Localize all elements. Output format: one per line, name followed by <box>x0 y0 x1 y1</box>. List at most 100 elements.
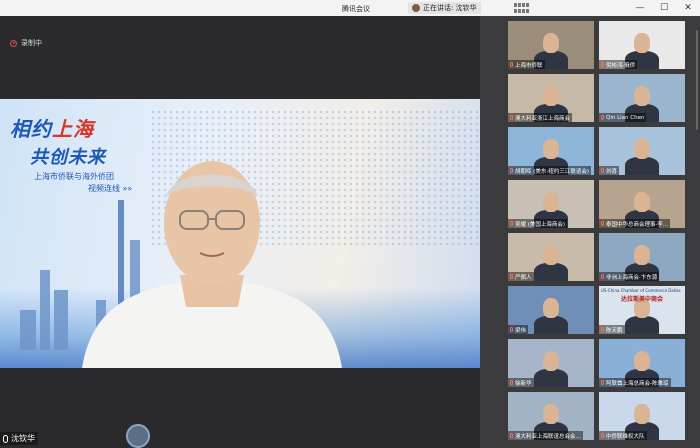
participant-face <box>543 192 559 212</box>
participant-panel: 上海市侨联 倪彬鸿·俄侨澳大利亚浙江上海商会 Qin Lian Chen 胡朝晖 (美… <box>480 16 700 448</box>
main-video-area: 录制中 相约上海 共创未来 上海市侨联与海外侨团 视频连线 »» 沈钦华 <box>0 16 480 448</box>
speaker-name: 沈钦华 <box>11 434 35 443</box>
recording-label: 录制中 <box>21 39 42 47</box>
participant-face <box>543 351 559 371</box>
participant-name: 澳大利亚上海联谊总会会… <box>515 433 582 440</box>
participant-face <box>634 139 650 159</box>
participant-face <box>634 86 650 106</box>
muted-mic-icon <box>510 168 513 173</box>
participant-label: Qin Lian Chen <box>599 113 647 122</box>
participant-label: 倪彬鸿·俄侨 <box>599 60 638 69</box>
participant-tile[interactable]: Qin Lian Chen <box>599 74 685 122</box>
participant-face <box>543 298 559 318</box>
muted-mic-icon <box>510 433 513 438</box>
participant-name: 澳大利亚浙江上海商会 <box>515 115 571 122</box>
participant-tile[interactable]: 陈天鹏 US-China Chamber of Commerce Dallas 达拉… <box>599 286 685 334</box>
participant-tile[interactable]: 梁伟 <box>508 286 594 334</box>
participant-tile[interactable]: 徐新华 <box>508 339 594 387</box>
chamber-header: US-China Chamber of Commerce Dallas <box>601 288 681 293</box>
speaking-indicator: 正在讲话: 沈钦华 <box>408 2 481 14</box>
window-title: 腾讯会议 <box>342 5 370 13</box>
participant-tile[interactable]: 中侨联维权大队 <box>599 392 685 440</box>
participant-figure <box>534 316 568 334</box>
participant-label: 徐新华 <box>508 378 534 387</box>
participant-name: 倪彬鸿·俄侨 <box>606 62 636 69</box>
muted-mic-icon <box>510 115 513 120</box>
participant-figure <box>625 316 659 334</box>
minimize-icon[interactable]: — <box>634 2 646 14</box>
participant-face <box>634 245 650 265</box>
participant-face <box>634 192 650 212</box>
participant-name: 中侨联维权大队 <box>606 433 645 440</box>
participant-name: 阿联酋上海总商会-陈雅琼 <box>606 380 669 387</box>
participant-label: 梁伟 <box>508 325 529 334</box>
record-icon <box>10 39 17 47</box>
participant-name: 泰国中华总商会理事·李… <box>606 221 669 228</box>
participant-tile[interactable]: 倪彬鸿·俄侨 <box>599 21 685 69</box>
mic-icon <box>3 434 8 443</box>
participant-face <box>543 86 559 106</box>
skyline-building <box>20 310 36 350</box>
participant-face <box>543 404 559 424</box>
participant-name: Qin Lian Chen <box>606 114 645 121</box>
muted-mic-icon <box>601 62 604 67</box>
participant-face <box>634 351 650 371</box>
muted-mic-icon <box>510 327 513 332</box>
maximize-icon[interactable]: ☐ <box>658 2 670 14</box>
close-icon[interactable]: ✕ <box>682 2 694 14</box>
self-avatar[interactable] <box>126 424 150 448</box>
participant-tile[interactable]: 刘喜 <box>599 127 685 175</box>
muted-mic-icon <box>601 221 604 226</box>
speaker-figure <box>82 161 342 368</box>
chamber-name: 达拉斯美中商会 <box>621 296 664 303</box>
speaker-avatar <box>412 4 420 12</box>
participant-tile[interactable]: 阿联酋上海总商会-陈雅琼 <box>599 339 685 387</box>
muted-mic-icon <box>510 380 513 385</box>
participant-tile[interactable]: 上海市侨联 <box>508 21 594 69</box>
participant-label: 非洲上海商会·卞东源 <box>599 272 660 281</box>
participant-figure <box>534 369 568 387</box>
participant-name: 吴耀 (美国上海商会) <box>515 221 566 228</box>
participant-tile[interactable]: 泰国中华总商会理事·李… <box>599 180 685 228</box>
participant-label: 中侨联维权大队 <box>599 431 647 440</box>
participant-name: 徐新华 <box>515 380 532 387</box>
participant-name: 上海市侨联 <box>515 62 543 69</box>
participant-label: 严佩人 <box>508 272 534 281</box>
participant-label: 刘喜 <box>599 166 620 175</box>
muted-mic-icon <box>510 221 513 226</box>
participant-tile[interactable]: 吴耀 (美国上海商会) <box>508 180 594 228</box>
participant-name: 刘喜 <box>606 168 618 175</box>
speaker-video[interactable]: 相约上海 共创未来 上海市侨联与海外侨团 视频连线 »» <box>0 99 480 368</box>
participant-name: 胡朝晖 (美东-纽约三江联谊会) <box>515 168 590 175</box>
layout-grid-icon[interactable] <box>514 3 530 13</box>
muted-mic-icon <box>601 274 604 279</box>
participant-name: 非洲上海商会·卞东源 <box>606 274 658 281</box>
participant-label: 澳大利亚浙江上海商会 <box>508 113 573 122</box>
participant-tile[interactable]: 严佩人 <box>508 233 594 281</box>
skyline-building <box>40 270 50 350</box>
participant-label: 上海市侨联 <box>508 60 545 69</box>
participant-face <box>634 33 650 53</box>
participant-tile[interactable]: 非洲上海商会·卞东源 <box>599 233 685 281</box>
speaker-name-tag: 沈钦华 <box>0 432 38 445</box>
muted-mic-icon <box>601 168 604 173</box>
participant-figure <box>534 263 568 281</box>
muted-mic-icon <box>601 115 604 120</box>
participant-name: 梁伟 <box>515 327 527 334</box>
muted-mic-icon <box>510 274 513 279</box>
participant-label: 胡朝晖 (美东-纽约三江联谊会) <box>508 166 592 175</box>
participant-label: 泰国中华总商会理事·李… <box>599 219 671 228</box>
participant-face <box>543 245 559 265</box>
participant-label: 陈天鹏 <box>599 325 625 334</box>
participant-label: 澳大利亚上海联谊总会会… <box>508 431 584 440</box>
window-controls: — ☐ ✕ <box>634 2 694 14</box>
participant-tile[interactable]: 澳大利亚浙江上海商会 <box>508 74 594 122</box>
speaking-text: 正在讲话: 沈钦华 <box>423 4 477 12</box>
participant-label: 吴耀 (美国上海商会) <box>508 219 568 228</box>
participant-tile[interactable]: 胡朝晖 (美东-纽约三江联谊会) <box>508 127 594 175</box>
participant-face <box>634 404 650 424</box>
participant-name: 严佩人 <box>515 274 532 281</box>
participant-tile[interactable]: 澳大利亚上海联谊总会会… <box>508 392 594 440</box>
panel-scrollbar[interactable] <box>696 30 698 130</box>
muted-mic-icon <box>601 433 604 438</box>
